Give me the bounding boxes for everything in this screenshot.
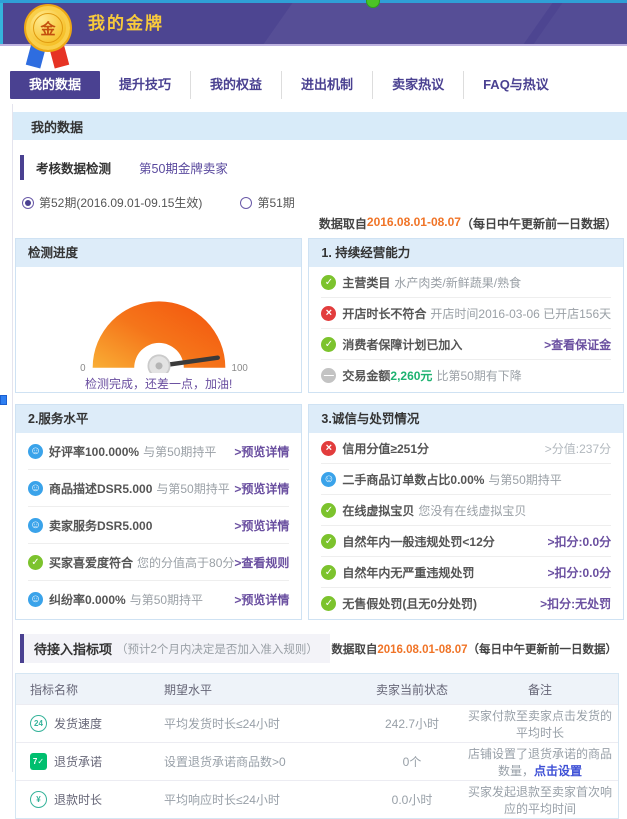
preview-detail-link[interactable]: >预览详情	[234, 591, 289, 608]
nav-tab-my-data[interactable]: 我的数据	[10, 71, 100, 99]
table-row: ¥ 退款时长 平均响应时长≤24小时 0.0小时 买家发起退款至卖家首次响应的平…	[16, 780, 618, 818]
list-item: ☺ 卖家服务DSR5.000 >预览详情	[28, 507, 289, 544]
cross-icon: ×	[321, 441, 336, 456]
pending-section-note: （预计2个月内决定是否加入准入规则）	[116, 641, 318, 657]
check-icon: ✓	[321, 337, 336, 352]
list-item: ✓ 自然年内无严重违规处罚 >扣分:0.0分	[321, 557, 611, 588]
check-icon: ✓	[321, 503, 336, 518]
section-title: 我的数据	[13, 112, 627, 140]
data-source-note: 数据取自2016.08.01-08.07（每日中午更新前一日数据）	[13, 215, 627, 232]
panel-service-level: 2.服务水平 ☺ 好评率100.000% 与第50期持平 >预览详情 ☺ 商品描…	[15, 404, 302, 620]
panel-title: 2.服务水平	[16, 405, 301, 433]
radio-dot-icon	[22, 197, 34, 209]
page-banner: 我的金牌	[0, 0, 627, 46]
gauge-svg: 0 100	[54, 281, 264, 373]
data-date: 2016.08.01-08.07	[367, 215, 461, 232]
table-header: 指标名称 期望水平 卖家当前状态 备注	[16, 674, 618, 704]
left-edge-blue-marker	[0, 395, 7, 405]
panel-sustained-operation: 1. 持续经营能力 ✓ 主营类目 水产肉类/新鲜蔬果/熟食 × 开店时长不符合 …	[308, 238, 624, 393]
nav-tab-faq[interactable]: FAQ与热议	[463, 71, 568, 99]
table-row: 7✓ 退货承诺 设置退货承诺商品数>0 0个 店铺设置了退货承诺的商品数量，点击…	[16, 742, 618, 780]
smile-icon: ☺	[321, 472, 336, 487]
nav-tab-seller-talk[interactable]: 卖家热议	[372, 71, 463, 99]
list-item: ✓ 在线虚拟宝贝 您没有在线虚拟宝贝	[321, 495, 611, 526]
cross-icon: ×	[321, 306, 336, 321]
preview-detail-link[interactable]: >预览详情	[234, 517, 289, 534]
preview-detail-link[interactable]: >预览详情	[234, 443, 289, 460]
preview-detail-link[interactable]: >预览详情	[234, 480, 289, 497]
list-item: ✓ 买家喜爱度符合 您的分值高于80分 >查看规则	[28, 544, 289, 581]
page-title: 我的金牌	[88, 9, 164, 34]
gauge-max-label: 100	[231, 363, 248, 373]
panel-title: 3.诚信与处罚情况	[309, 405, 623, 433]
list-item: ✓ 无售假处罚(且无0分处罚) >扣分:无处罚	[321, 588, 611, 619]
list-item: ☺ 好评率100.000% 与第50期持平 >预览详情	[28, 433, 289, 470]
transaction-amount: 2,260元	[390, 367, 432, 384]
nav-tab-entry-exit[interactable]: 进出机制	[281, 71, 372, 99]
smile-icon: ☺	[28, 592, 43, 607]
deduction-link[interactable]: >扣分:0.0分	[547, 564, 611, 581]
sub-tabs: 考核数据检测 第50期金牌卖家	[13, 155, 627, 180]
smile-icon: ☺	[28, 444, 43, 459]
panel-check-progress: 检测进度 0 100	[15, 238, 302, 393]
smile-icon: ☺	[28, 481, 43, 496]
gauge-min-label: 0	[80, 363, 86, 373]
list-item: × 信用分值≥251分 >分值:237分	[321, 433, 611, 464]
radio-period-51[interactable]: 第51期	[240, 194, 294, 211]
list-item: ☺ 商品描述DSR5.000 与第50期持平 >预览详情	[28, 470, 289, 507]
return-7day-icon: 7✓	[30, 753, 47, 770]
period-selector: 第52期(2016.09.01-09.15生效) 第51期	[13, 194, 627, 211]
nav-tab-my-benefits[interactable]: 我的权益	[190, 71, 281, 99]
radio-dot-icon	[240, 197, 252, 209]
panels-grid: 检测进度 0 100	[15, 238, 623, 620]
smile-icon: ☺	[28, 518, 43, 533]
nav-tabs: 我的数据 提升技巧 我的权益 进出机制 卖家热议 FAQ与热议	[10, 70, 627, 100]
pending-section-title: 待接入指标项	[34, 639, 112, 658]
view-deposit-link[interactable]: >查看保证金	[544, 336, 611, 353]
check-icon: ✓	[321, 565, 336, 580]
gauge-chart: 0 100 检测完成，还差一点，加油!	[16, 267, 301, 392]
list-item: × 开店时长不符合 开店时间2016-03-06 已开店156天	[321, 298, 611, 329]
deduction-link[interactable]: >扣分:0.0分	[547, 533, 611, 550]
pending-section-header: 待接入指标项 （预计2个月内决定是否加入准入规则） 数据取自2016.08.01…	[13, 634, 627, 663]
check-icon: ✓	[321, 534, 336, 549]
deduction-link[interactable]: >扣分:无处罚	[540, 595, 611, 612]
radio-period-52[interactable]: 第52期(2016.09.01-09.15生效)	[22, 194, 202, 211]
view-rules-link[interactable]: >查看规则	[234, 554, 289, 571]
neutral-icon: —	[321, 368, 336, 383]
radio-label: 第51期	[257, 194, 294, 211]
nav-tab-improve-skills[interactable]: 提升技巧	[100, 71, 190, 99]
medal-circle-icon: 金	[24, 4, 72, 52]
check-icon: ✓	[28, 555, 43, 570]
set-now-link[interactable]: 点击设置	[534, 764, 582, 778]
refund-yuan-icon: ¥	[30, 791, 47, 808]
subtab-assessment-data[interactable]: 考核数据检测	[20, 155, 125, 180]
panel-title: 检测进度	[16, 239, 301, 267]
list-item: ☺ 纠纷率0.000% 与第50期持平 >预览详情	[28, 581, 289, 618]
credit-score-note: >分值:237分	[545, 440, 611, 457]
list-item: ✓ 自然年内一般违规处罚<12分 >扣分:0.0分	[321, 526, 611, 557]
table-row: 24 发货速度 平均发货时长≤24小时 242.7小时 买家付款至卖家点击发货的…	[16, 704, 618, 742]
list-item: ✓ 主营类目 水产肉类/新鲜蔬果/熟食	[321, 267, 611, 298]
gauge-caption: 检测完成，还差一点，加油!	[85, 375, 232, 392]
indicators-table: 指标名称 期望水平 卖家当前状态 备注 24 发货速度 平均发货时长≤24小时 …	[15, 673, 619, 819]
list-item: — 交易金额 2,260元 比第50期有下降	[321, 360, 611, 391]
clock-24-icon: 24	[30, 715, 47, 732]
radio-label: 第52期(2016.09.01-09.15生效)	[39, 194, 202, 211]
data-date: 2016.08.01-08.07	[377, 644, 467, 656]
banner-left-strip	[0, 0, 3, 46]
data-source-note: 数据取自2016.08.01-08.07（每日中午更新前一日数据）	[331, 641, 617, 657]
gold-medal-icon: 金	[22, 4, 78, 70]
panel-credit-punishment: 3.诚信与处罚情况 × 信用分值≥251分 >分值:237分 ☺ 二手商品订单数…	[308, 404, 624, 620]
check-icon: ✓	[321, 596, 336, 611]
list-item: ✓ 消费者保障计划已加入 >查看保证金	[321, 329, 611, 360]
content-area: 我的数据 考核数据检测 第50期金牌卖家 第52期(2016.09.01-09.…	[12, 104, 627, 772]
top-browser-strip	[0, 0, 627, 3]
check-icon: ✓	[321, 275, 336, 290]
panel-title: 1. 持续经营能力	[309, 239, 623, 267]
subtab-period50-sellers[interactable]: 第50期金牌卖家	[125, 155, 242, 180]
list-item: ☺ 二手商品订单数占比0.00% 与第50期持平	[321, 464, 611, 495]
